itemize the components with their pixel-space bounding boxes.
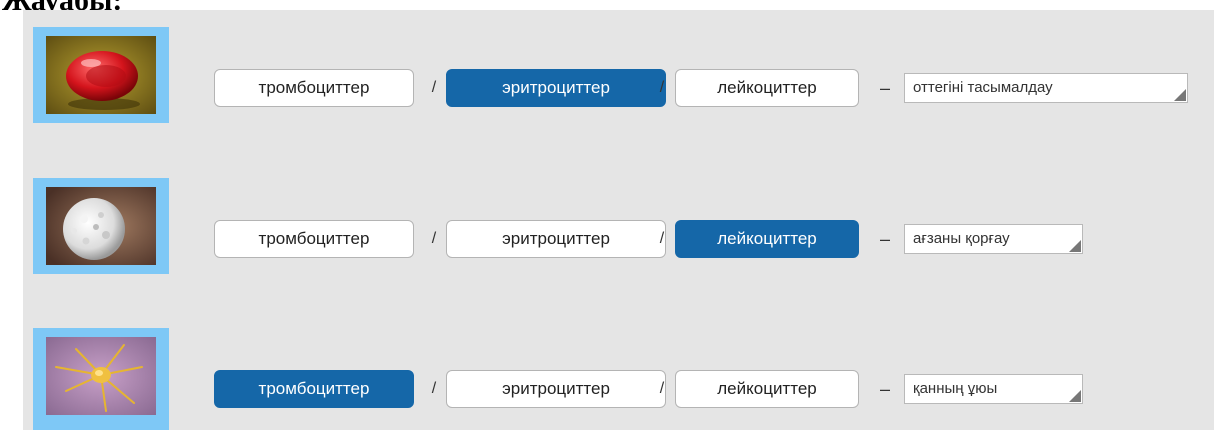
resize-corner-icon <box>1069 390 1081 402</box>
row-erythrocytes: тромбоциттер / эритроциттер / лейкоцитте… <box>23 27 1214 137</box>
separator: / <box>659 230 665 247</box>
answer-text: ағзаны қорғау <box>913 230 1010 247</box>
answer-field[interactable]: ағзаны қорғау <box>904 224 1083 254</box>
option-erythrocytes-selected[interactable]: эритроциттер <box>446 69 666 107</box>
separator: / <box>659 79 665 96</box>
dash: – <box>879 379 890 399</box>
answer-text: қанның ұюы <box>913 380 998 397</box>
separator: / <box>431 79 437 96</box>
dash: – <box>879 78 890 98</box>
option-erythrocytes[interactable]: эритроциттер <box>446 220 666 258</box>
white-blood-cell-icon <box>46 187 156 265</box>
option-leukocytes[interactable]: лейкоциттер <box>675 370 859 408</box>
row-thrombocytes: тромбоциттер / эритроциттер / лейкоцитте… <box>23 328 1214 438</box>
option-leukocytes[interactable]: лейкоциттер <box>675 69 859 107</box>
dash: – <box>879 229 890 249</box>
option-thrombocytes[interactable]: тромбоциттер <box>214 220 414 258</box>
answer-field[interactable]: қанның ұюы <box>904 374 1083 404</box>
white-blood-cell-image <box>33 178 169 274</box>
row-leukocytes: тромбоциттер / эритроциттер / лейкоцитте… <box>23 178 1214 288</box>
resize-corner-icon <box>1069 240 1081 252</box>
resize-corner-icon <box>1174 89 1186 101</box>
answer-panel: тромбоциттер / эритроциттер / лейкоцитте… <box>23 10 1214 430</box>
separator: / <box>659 380 665 397</box>
option-erythrocytes[interactable]: эритроциттер <box>446 370 666 408</box>
platelet-icon <box>46 337 156 415</box>
option-thrombocytes-selected[interactable]: тромбоциттер <box>214 370 414 408</box>
option-leukocytes-selected[interactable]: лейкоциттер <box>675 220 859 258</box>
answer-text: оттегіні тасымалдау <box>913 79 1053 96</box>
separator: / <box>431 230 437 247</box>
platelet-image <box>33 328 169 430</box>
separator: / <box>431 380 437 397</box>
option-thrombocytes[interactable]: тромбоциттер <box>214 69 414 107</box>
red-blood-cell-icon <box>46 36 156 114</box>
answer-field[interactable]: оттегіні тасымалдау <box>904 73 1188 103</box>
red-blood-cell-image <box>33 27 169 123</box>
